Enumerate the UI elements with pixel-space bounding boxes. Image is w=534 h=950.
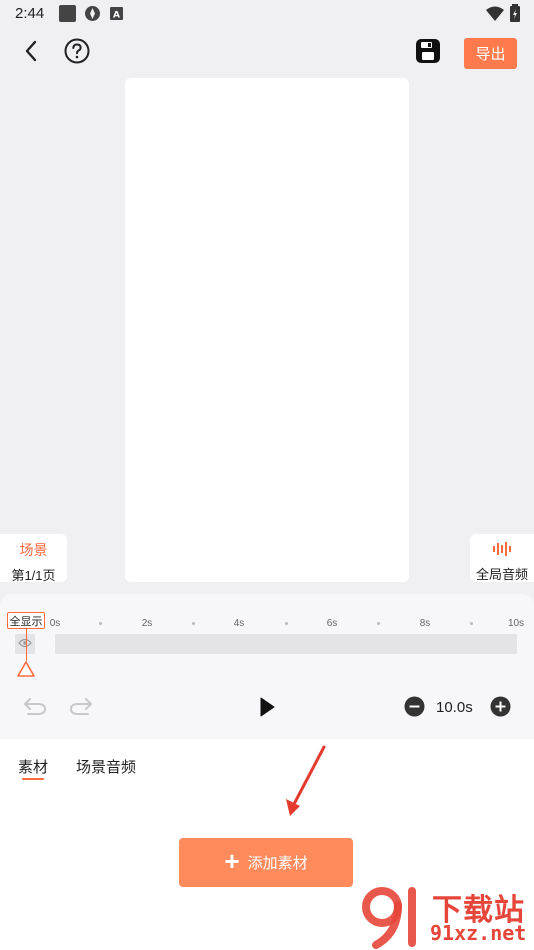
plus-icon: + <box>224 846 240 876</box>
wifi-icon <box>486 6 504 26</box>
status-bar: 2:44 A <box>0 0 534 28</box>
save-button[interactable] <box>415 38 441 68</box>
svg-text:A: A <box>113 11 120 21</box>
playhead-line[interactable] <box>26 629 27 661</box>
global-audio-button[interactable]: 全局音频 <box>470 534 534 582</box>
timeline-tick: 6s <box>326 618 338 629</box>
a-box-icon: A <box>110 7 127 24</box>
save-icon <box>416 38 440 68</box>
timeline-track[interactable] <box>55 634 517 654</box>
scene-card[interactable]: 场景 第1/1页 <box>0 534 67 583</box>
redo-icon <box>69 696 93 721</box>
duration-value: 10.0s <box>436 699 473 716</box>
redo-button[interactable] <box>68 696 94 720</box>
export-button[interactable]: 导出 <box>464 38 517 69</box>
playhead-handle-icon[interactable] <box>17 661 35 682</box>
eye-icon <box>18 635 32 653</box>
timeline-tick: 8s <box>419 618 431 629</box>
plus-circle-icon <box>490 696 511 722</box>
shutter-icon <box>84 5 101 22</box>
battery-charging-icon <box>510 4 520 27</box>
status-right-icons <box>486 4 520 27</box>
scene-title: 场景 <box>19 542 48 558</box>
timeline-tick: 0s <box>49 618 61 629</box>
tab-active-indicator <box>22 778 44 780</box>
add-material-button[interactable]: + 添加素材 <box>179 838 353 887</box>
play-button[interactable] <box>255 697 279 721</box>
question-circle-icon <box>64 38 90 69</box>
timeline-tick: 2s <box>141 618 153 629</box>
decrease-duration-button[interactable] <box>403 696 425 722</box>
timeline-tick-dot <box>285 622 288 625</box>
arrow-left-icon <box>24 40 38 67</box>
canvas-preview[interactable] <box>125 78 409 582</box>
status-time: 2:44 <box>15 5 45 22</box>
play-icon <box>259 697 275 722</box>
timeline-tick-dot <box>377 622 380 625</box>
timeline-tick: 10s <box>507 618 525 629</box>
timeline-tick: 4s <box>233 618 245 629</box>
scene-page-indicator: 第1/1页 <box>11 568 56 583</box>
timeline-tick-dot <box>99 622 102 625</box>
increase-duration-button[interactable] <box>489 696 511 722</box>
back-button[interactable] <box>18 40 44 66</box>
add-material-label: 添加素材 <box>247 855 308 872</box>
tab-scene-audio[interactable]: 场景音频 <box>76 756 136 777</box>
watermark-brand-bottom: 91xz.net <box>430 921 527 945</box>
track-visibility-toggle[interactable] <box>15 634 35 654</box>
undo-button[interactable] <box>22 696 48 720</box>
notification-square-icon <box>59 5 76 22</box>
annotation-arrow-icon <box>282 744 328 825</box>
help-button[interactable] <box>63 38 91 69</box>
fit-all-button[interactable]: 全显示 <box>7 612 45 629</box>
timeline-tick-dot <box>192 622 195 625</box>
watermark: 下载站 91xz.net <box>362 885 534 950</box>
tab-material[interactable]: 素材 <box>18 756 48 777</box>
undo-icon <box>23 696 47 721</box>
minus-circle-icon <box>404 696 425 722</box>
global-audio-label: 全局音频 <box>475 567 528 582</box>
watermark-logo-icon <box>362 885 428 950</box>
timeline-tick-dot <box>470 622 473 625</box>
waveform-icon <box>470 542 534 561</box>
